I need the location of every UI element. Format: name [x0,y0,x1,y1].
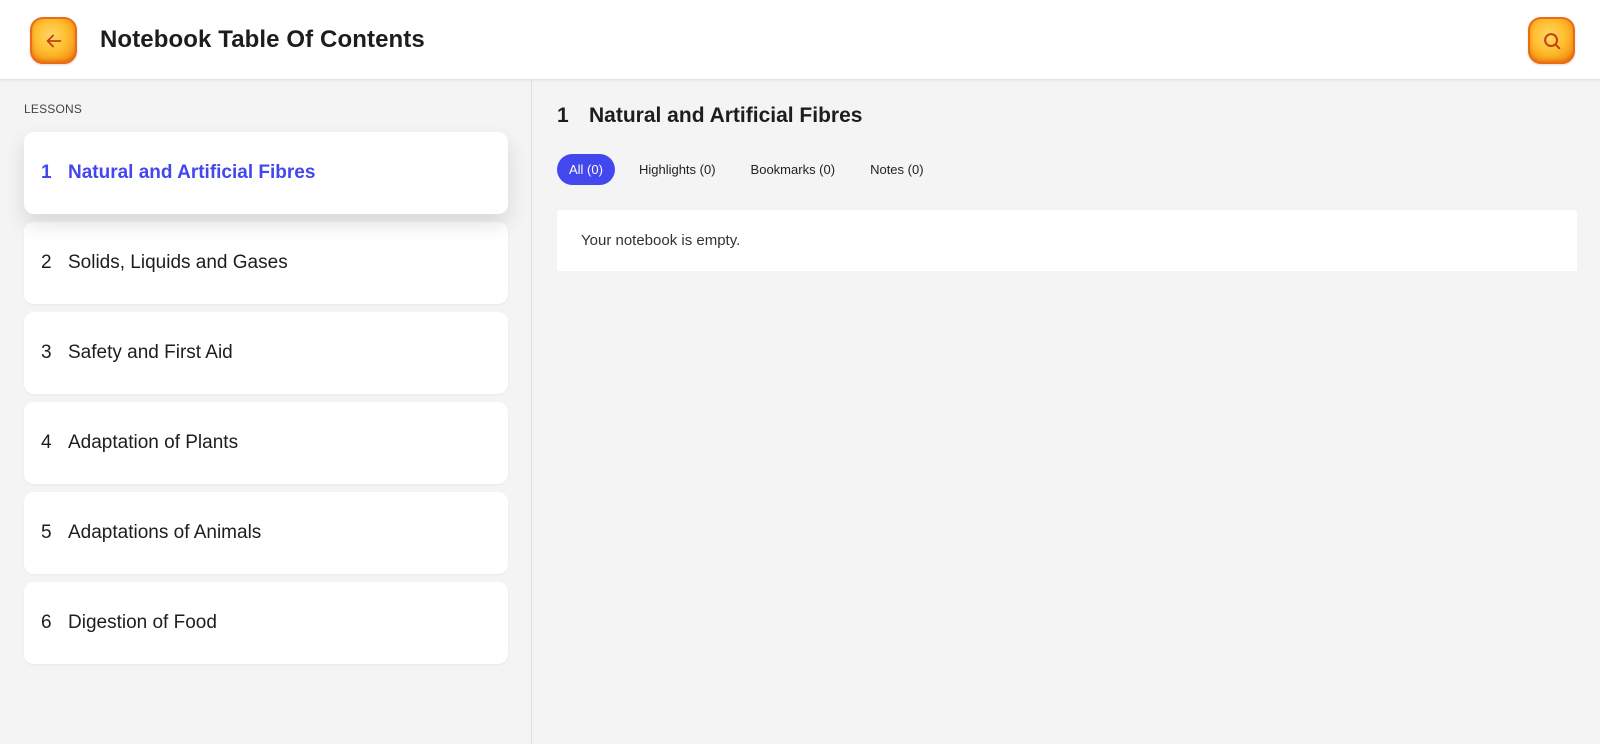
lesson-item-6[interactable]: 6 Digestion of Food [24,582,508,664]
lesson-heading-number: 1 [557,104,569,127]
lesson-title: Safety and First Aid [68,342,233,363]
lesson-heading: 1 Natural and Artificial Fibres [557,102,862,130]
page-title: Notebook Table Of Contents [100,26,425,53]
tab-bookmarks[interactable]: Bookmarks (0) [739,154,848,185]
empty-message: Your notebook is empty. [581,232,741,249]
app-header: Notebook Table Of Contents [0,0,1600,80]
lesson-title: Solids, Liquids and Gases [68,252,288,273]
empty-notebook-panel: Your notebook is empty. [557,210,1577,271]
lesson-item-4[interactable]: 4 Adaptation of Plants [24,402,508,484]
lesson-title: Digestion of Food [68,612,217,633]
lesson-number: 6 [41,612,52,633]
lesson-number: 2 [41,252,52,273]
notebook-content: 1 Natural and Artificial Fibres All (0) H… [533,80,1600,744]
lesson-heading-title: Natural and Artificial Fibres [589,104,863,127]
lessons-section-label: LESSONS [24,102,83,116]
search-button[interactable] [1528,17,1575,64]
tab-highlights[interactable]: Highlights (0) [627,154,728,185]
lessons-sidebar: LESSONS 1 Natural and Artificial Fibres … [0,80,532,744]
lesson-title: Adaptations of Animals [68,522,262,543]
lesson-item-1[interactable]: 1 Natural and Artificial Fibres [24,132,508,214]
lesson-number: 1 [41,162,52,183]
lesson-title: Natural and Artificial Fibres [68,162,316,183]
lesson-number: 4 [41,432,52,453]
back-button[interactable] [30,17,77,64]
arrow-left-icon [46,34,61,47]
lesson-item-5[interactable]: 5 Adaptations of Animals [24,492,508,574]
tab-notes[interactable]: Notes (0) [858,154,935,185]
search-icon [1543,32,1560,49]
lesson-title: Adaptation of Plants [68,432,239,453]
lesson-number: 5 [41,522,52,543]
tab-all[interactable]: All (0) [557,154,615,185]
lesson-number: 3 [41,342,52,363]
lesson-list: 1 Natural and Artificial Fibres 2 Solids… [24,132,508,672]
lesson-item-3[interactable]: 3 Safety and First Aid [24,312,508,394]
lesson-item-2[interactable]: 2 Solids, Liquids and Gases [24,222,508,304]
filter-tabs: All (0) Highlights (0) Bookmarks (0) Not… [557,154,947,185]
